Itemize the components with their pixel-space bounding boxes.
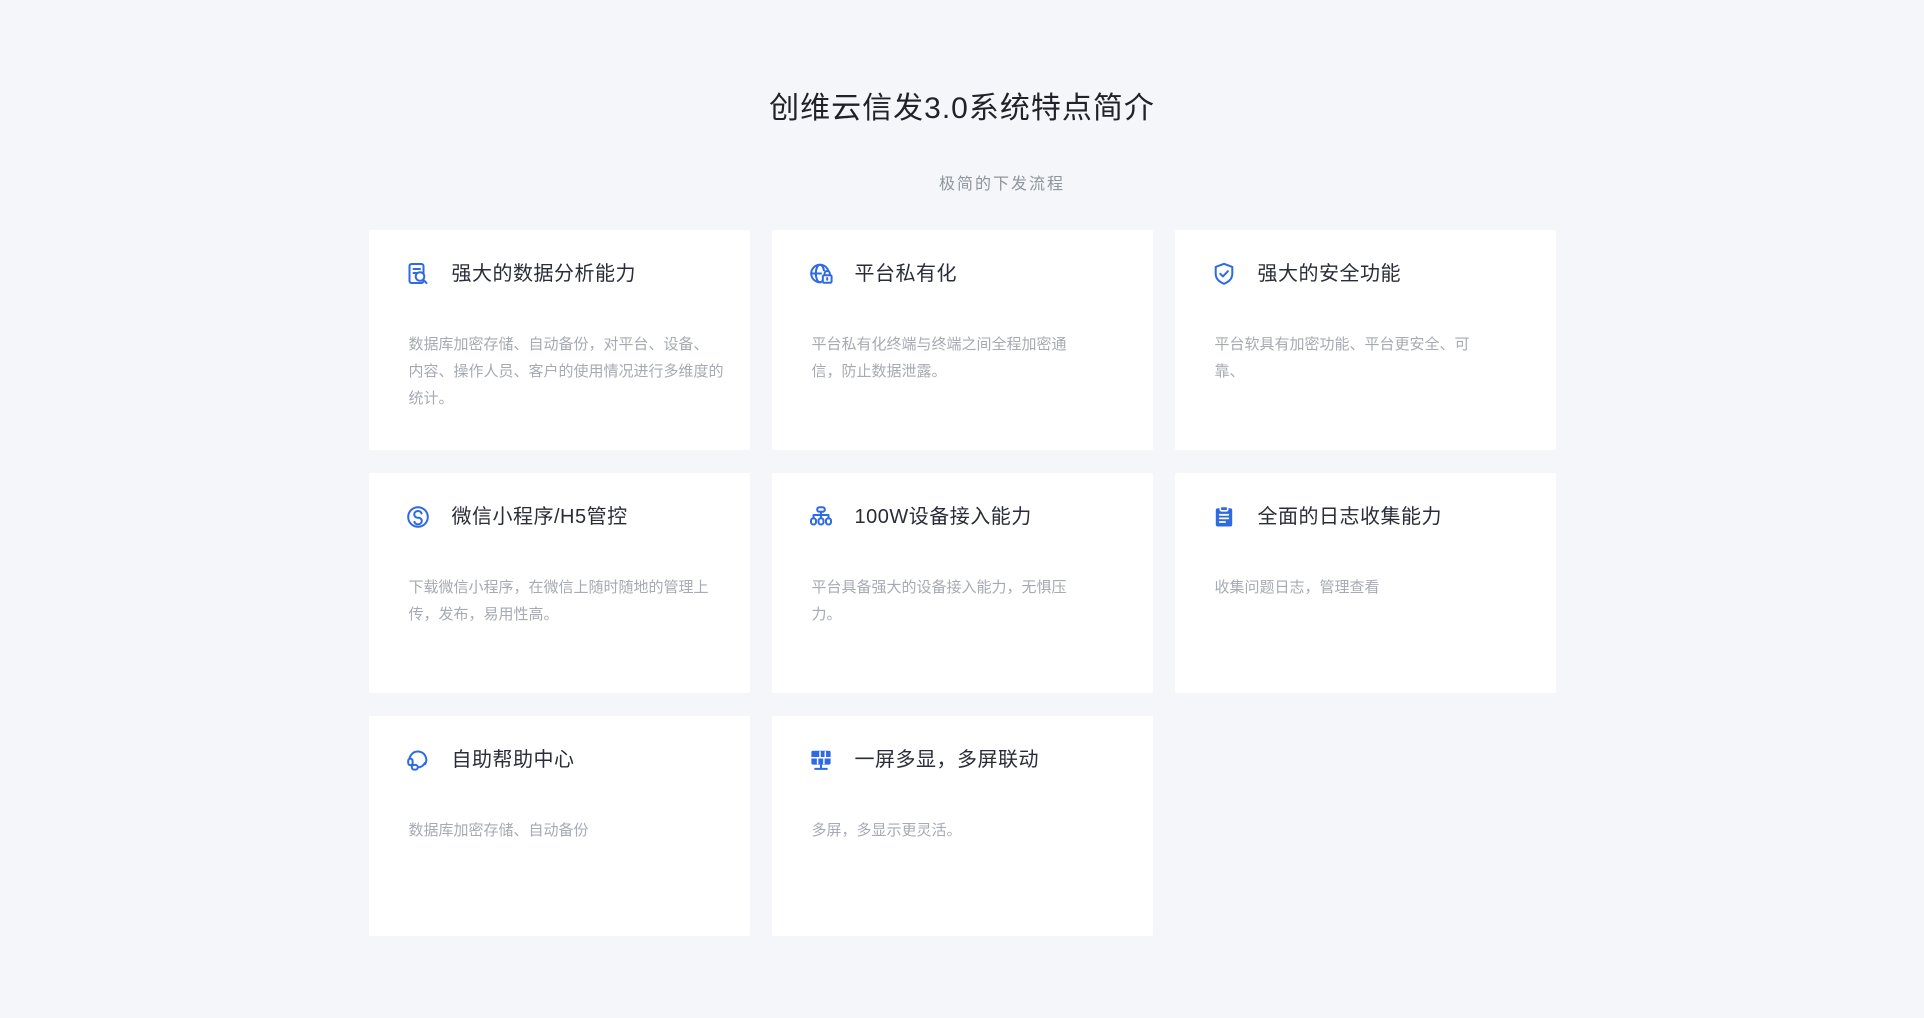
feature-card-header: 自助帮助中心 <box>369 747 750 773</box>
feature-card-title: 强大的数据分析能力 <box>452 261 637 287</box>
feature-card-description: 平台具备强大的设备接入能力，无惧压 力。 <box>812 574 1127 628</box>
feature-card-header: 100W设备接入能力 <box>772 504 1153 530</box>
feature-card: 全面的日志收集能力收集问题日志，管理查看 <box>1175 473 1556 693</box>
globe-lock-icon <box>808 261 834 287</box>
clipboard-log-icon <box>1211 504 1237 530</box>
multi-screen-icon <box>808 747 834 773</box>
feature-card-header: 全面的日志收集能力 <box>1175 504 1556 530</box>
feature-card: 一屏多显，多屏联动多屏，多显示更灵活。 <box>772 716 1153 936</box>
document-search-icon <box>405 261 431 287</box>
feature-card-description: 多屏，多显示更灵活。 <box>812 817 1127 844</box>
feature-card-title: 一屏多显，多屏联动 <box>855 747 1040 773</box>
feature-card-header: 一屏多显，多屏联动 <box>772 747 1153 773</box>
feature-card-description: 收集问题日志，管理查看 <box>1215 574 1530 601</box>
feature-card-header: 微信小程序/H5管控 <box>369 504 750 530</box>
feature-card-description: 数据库加密存储、自动备份，对平台、设备、 内容、操作人员、客户的使用情况进行多维… <box>409 331 724 412</box>
feature-card-title: 自助帮助中心 <box>452 747 575 773</box>
device-topology-icon <box>808 504 834 530</box>
feature-card: 自助帮助中心数据库加密存储、自动备份 <box>369 716 750 936</box>
feature-card-title: 全面的日志收集能力 <box>1258 504 1443 530</box>
feature-card: 100W设备接入能力平台具备强大的设备接入能力，无惧压 力。 <box>772 473 1153 693</box>
feature-card-title: 100W设备接入能力 <box>855 504 1032 530</box>
feature-card: 强大的数据分析能力数据库加密存储、自动备份，对平台、设备、 内容、操作人员、客户… <box>369 230 750 450</box>
page-title: 创维云信发3.0系统特点简介 <box>0 88 1924 130</box>
feature-card: 微信小程序/H5管控下载微信小程序，在微信上随时随地的管理上 传，发布，易用性高… <box>369 473 750 693</box>
miniprogram-icon <box>405 504 431 530</box>
feature-grid: 强大的数据分析能力数据库加密存储、自动备份，对平台、设备、 内容、操作人员、客户… <box>369 230 1556 936</box>
feature-page: 创维云信发3.0系统特点简介 极简的下发流程 强大的数据分析能力数据库加密存储、… <box>0 0 1924 1018</box>
feature-card-description: 平台软具有加密功能、平台更安全、可 靠、 <box>1215 331 1530 385</box>
feature-card-title: 平台私有化 <box>855 261 958 287</box>
feature-card-title: 强大的安全功能 <box>1258 261 1402 287</box>
feature-card: 强大的安全功能平台软具有加密功能、平台更安全、可 靠、 <box>1175 230 1556 450</box>
feature-card-title: 微信小程序/H5管控 <box>452 504 628 530</box>
feature-card-description: 平台私有化终端与终端之间全程加密通 信，防止数据泄露。 <box>812 331 1127 385</box>
feature-card-description: 数据库加密存储、自动备份 <box>409 817 724 844</box>
page-subtitle: 极简的下发流程 <box>40 174 1924 196</box>
feature-card-description: 下载微信小程序，在微信上随时随地的管理上 传，发布，易用性高。 <box>409 574 724 628</box>
headset-icon <box>405 747 431 773</box>
shield-check-icon <box>1211 261 1237 287</box>
feature-card: 平台私有化平台私有化终端与终端之间全程加密通 信，防止数据泄露。 <box>772 230 1153 450</box>
feature-card-header: 平台私有化 <box>772 261 1153 287</box>
feature-card-header: 强大的数据分析能力 <box>369 261 750 287</box>
feature-card-header: 强大的安全功能 <box>1175 261 1556 287</box>
